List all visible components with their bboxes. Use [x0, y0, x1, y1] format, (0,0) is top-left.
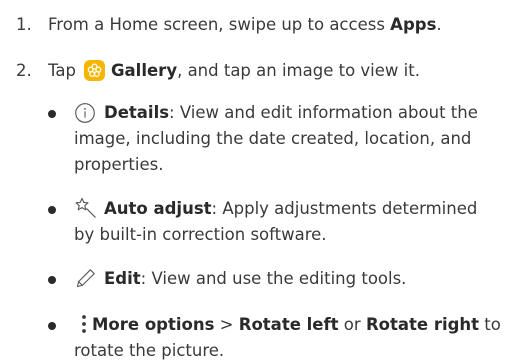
details-line-3: properties. — [74, 155, 164, 174]
gallery-app-icon — [84, 60, 105, 81]
bullet-dot — [48, 110, 56, 118]
more-options-text-1: to — [479, 315, 501, 334]
step-2-text-part-2: Gallery, and tap an image to view it. — [111, 60, 420, 82]
more-options-line-2: rotate the picture. — [74, 341, 225, 360]
step-1-apps-label: Apps — [390, 15, 437, 34]
edit-title: Edit — [104, 269, 141, 288]
details-line-2: image, including the date created, locat… — [74, 129, 472, 148]
step-2-text-pre: Tap — [48, 61, 76, 80]
details-text-1: : View and edit information about the — [169, 103, 478, 122]
details-title: Details — [104, 103, 170, 122]
bullet-dot — [48, 276, 56, 284]
info-circle-icon — [75, 103, 95, 123]
rotate-right-label: Rotate right — [365, 315, 480, 334]
step-1-text: From a Home screen, swipe up to access A… — [48, 14, 442, 36]
more-options-sep: > — [214, 315, 239, 334]
auto-adjust-line-2: by built-in correction software. — [74, 225, 327, 244]
more-options-line-1: More options > Rotate left or Rotate rig… — [92, 314, 501, 336]
gallery-label: Gallery — [111, 61, 178, 80]
edit-text-1: : View and use the editing tools. — [140, 269, 407, 288]
auto-adjust-title: Auto adjust — [104, 199, 212, 218]
rotate-left-label: Rotate left — [238, 315, 339, 334]
step-2-number: 2. — [16, 61, 32, 80]
auto-adjust-text-1: : Apply adjustments determined — [211, 199, 478, 218]
step-2-text-part-1: Tap — [48, 60, 76, 82]
step-1-number: 1. — [16, 15, 32, 34]
step-1-text-post: . — [436, 15, 442, 34]
more-options-or: or — [338, 315, 366, 334]
step-1-text-pre: From a Home screen, swipe up to access — [48, 15, 391, 34]
edit-line-1: Edit: View and use the editing tools. — [104, 268, 406, 290]
more-options-title: More options — [92, 315, 215, 334]
bullet-dot — [48, 322, 56, 330]
auto-adjust-wand-icon — [75, 197, 96, 218]
step-2-text-post: , and tap an image to view it. — [177, 61, 420, 80]
auto-adjust-line-1: Auto adjust: Apply adjustments determine… — [104, 198, 477, 220]
pencil-icon — [76, 269, 95, 288]
details-line-1: Details: View and edit information about… — [104, 102, 478, 124]
bullet-dot — [48, 206, 56, 214]
more-options-icon — [82, 315, 86, 333]
